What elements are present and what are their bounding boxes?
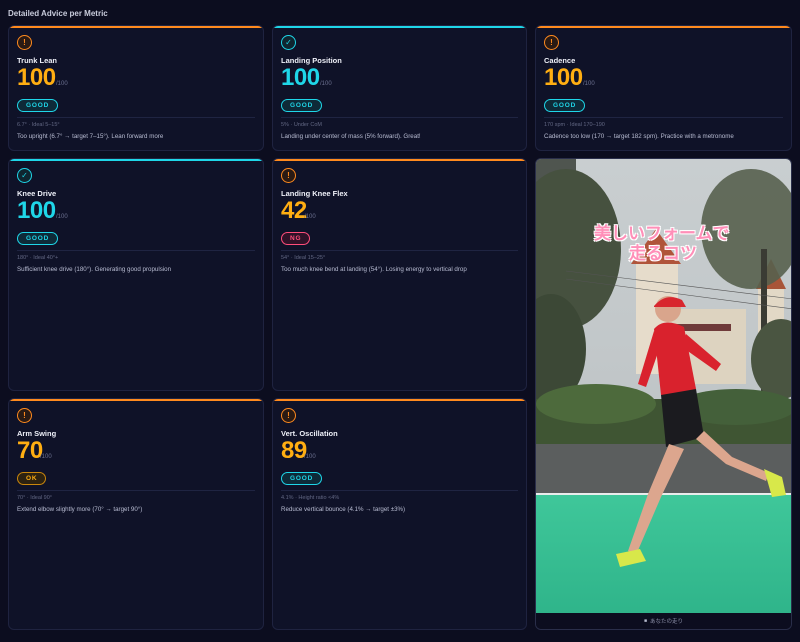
video-caption-text: あなたの走り (650, 619, 684, 625)
metric-score-max: /100 (56, 214, 68, 220)
metric-card-landing-position[interactable]: ✓ Landing Position 100 /100 GOOD 5% · Un… (272, 25, 527, 151)
metric-score-max: /100 (304, 454, 316, 460)
section-title: Detailed Advice per Metric (8, 9, 108, 18)
metric-advice: Extend elbow slightly more (70° → target… (17, 506, 143, 513)
check-icon: ✓ (281, 35, 296, 50)
divider (281, 117, 518, 118)
metric-score-max: /100 (56, 81, 68, 87)
status-badge: GOOD (544, 99, 586, 112)
metric-score: 100 (281, 64, 320, 91)
warning-icon: ! (281, 408, 296, 423)
metric-card-vert-oscillation[interactable]: ! Vert. Oscillation 89 /100 GOOD 4.1% · … (272, 398, 527, 630)
metric-score-max: /100 (40, 454, 52, 460)
metric-score: 42 (281, 197, 307, 224)
warning-icon: ! (17, 35, 32, 50)
card-accent-bar (9, 159, 263, 161)
metric-ideal: 180° · Ideal 40°+ (17, 255, 59, 261)
metric-ideal: 5% · Under CoM (281, 122, 322, 128)
divider (281, 250, 518, 251)
metric-card-arm-swing[interactable]: ! Arm Swing 70 /100 OK 70° · Ideal 90° E… (8, 398, 264, 630)
metric-advice: Cadence too low (170 → target 182 spm). … (544, 133, 734, 140)
metric-score-max: /100 (320, 81, 332, 87)
metric-advice: Sufficient knee drive (180°). Generating… (17, 266, 172, 273)
metric-card-landing-knee-flex[interactable]: ! Landing Knee Flex 42 /100 NG 54° · Ide… (272, 158, 527, 391)
metric-score: 100 (17, 197, 56, 224)
metric-ideal: 54° · Ideal 15–25° (281, 255, 326, 261)
card-accent-bar (273, 159, 526, 161)
metric-advice: Too upright (6.7° → target 7–15°). Lean … (17, 133, 164, 140)
status-badge: GOOD (281, 472, 323, 485)
video-caption: ■ あなたの走り (536, 613, 791, 629)
metric-card-knee-drive[interactable]: ✓ Knee Drive 100 /100 GOOD 180° · Ideal … (8, 158, 264, 391)
metric-score: 100 (17, 64, 56, 91)
check-icon: ✓ (17, 168, 32, 183)
metric-score: 70 (17, 437, 43, 464)
video-player[interactable]: 美しいフォームで 走るコツ ■ あなたの走り (535, 158, 792, 630)
metric-ideal: 6.7° · Ideal 5–15° (17, 122, 60, 128)
metric-score-max: /100 (304, 214, 316, 220)
metric-card-trunk-lean[interactable]: ! Trunk Lean 100 /100 GOOD 6.7° · Ideal … (8, 25, 264, 151)
video-camera-icon: ■ (643, 618, 647, 624)
metric-score: 89 (281, 437, 307, 464)
metric-advice: Reduce vertical bounce (4.1% → target ±3… (281, 506, 406, 513)
status-badge: GOOD (17, 99, 59, 112)
metric-advice: Landing under center of mass (5% forward… (281, 133, 421, 140)
metric-advice: Too much knee bend at landing (54°). Los… (281, 266, 467, 273)
metric-ideal: 70° · Ideal 90° (17, 495, 52, 501)
status-badge: OK (17, 472, 47, 485)
divider (17, 490, 255, 491)
card-accent-bar (536, 26, 791, 28)
card-accent-bar (9, 26, 263, 28)
divider (544, 117, 783, 118)
status-badge: NG (281, 232, 311, 245)
metric-score: 100 (544, 64, 583, 91)
warning-icon: ! (17, 408, 32, 423)
divider (17, 250, 255, 251)
status-badge: GOOD (281, 99, 323, 112)
warning-icon: ! (281, 168, 296, 183)
card-accent-bar (273, 26, 526, 28)
card-accent-bar (273, 399, 526, 401)
card-accent-bar (9, 399, 263, 401)
metric-score-max: /100 (583, 81, 595, 87)
video-overlay-line2: 走るコツ (629, 244, 697, 264)
status-badge: GOOD (17, 232, 59, 245)
metric-card-cadence[interactable]: ! Cadence 100 /100 GOOD 170 spm · Ideal … (535, 25, 792, 151)
warning-icon: ! (544, 35, 559, 50)
divider (17, 117, 255, 118)
metric-ideal: 170 spm · Ideal 170–190 (544, 122, 605, 128)
divider (281, 490, 518, 491)
metric-ideal: 4.1% · Height ratio <4% (281, 495, 340, 501)
